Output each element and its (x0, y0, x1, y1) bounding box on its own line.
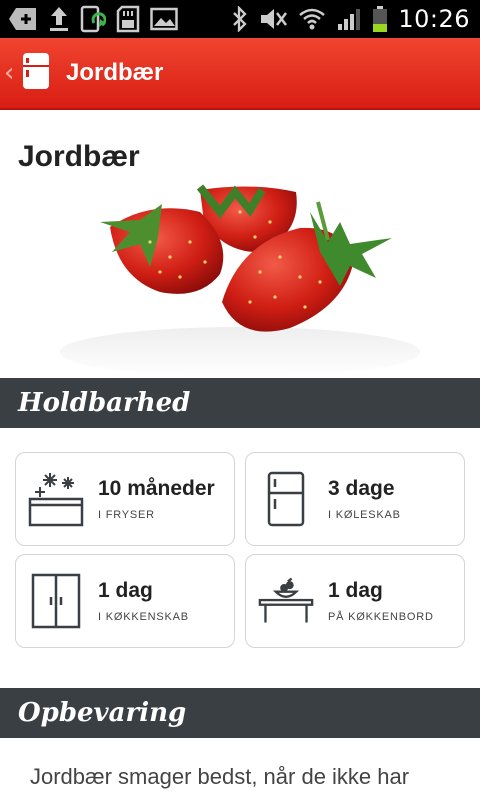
clock: 10:26 (398, 5, 470, 33)
section-header-opbevaring: Opbevaring (0, 688, 480, 738)
bluetooth-icon (232, 6, 248, 32)
storage-card-table[interactable]: 1 dag PÅ KØKKENBORD (245, 554, 465, 648)
strawberries-photo (0, 182, 480, 378)
storage-label: I KØLESKAB (328, 509, 401, 521)
storage-card-freezer[interactable]: 10 måneder I FRYSER (15, 452, 235, 546)
storage-grid: 10 måneder I FRYSER 3 dage I KØLESKAB 1 … (0, 428, 480, 658)
cupboard-icon (28, 571, 84, 631)
storage-card-cupboard[interactable]: 1 dag I KØKKENSKAB (15, 554, 235, 648)
storage-value: 1 dag (98, 579, 153, 602)
fridge-icon[interactable] (22, 52, 50, 95)
storage-value: 1 dag (328, 579, 383, 602)
action-bar: ‹ Jordbær (0, 38, 480, 110)
action-bar-title: Jordbær (66, 59, 164, 86)
storage-value: 10 måneder (98, 477, 215, 500)
storage-description: Jordbær smager bedst, når de ikke har (30, 764, 410, 789)
freezer-icon (28, 469, 84, 529)
content: Jordbær Holdbarhed 10 måneder I FRYSER 3… (0, 110, 480, 800)
table-bowl-icon (258, 571, 314, 631)
storage-value: 3 dage (328, 477, 395, 500)
sd-card-icon (116, 5, 140, 33)
battery-icon (372, 5, 388, 33)
status-bar: 10:26 (0, 0, 480, 38)
page-title: Jordbær (18, 140, 140, 173)
mute-icon (258, 6, 288, 32)
wifi-icon (298, 7, 326, 31)
chevron-left-icon[interactable]: ‹ (4, 58, 18, 88)
upload-icon (48, 5, 70, 33)
plus-icon (8, 6, 38, 32)
signal-icon (336, 6, 362, 32)
section-header-holdbarhed: Holdbarhed (0, 378, 480, 428)
storage-label: I FRYSER (98, 509, 155, 521)
storage-label: I KØKKENSKAB (98, 611, 189, 623)
storage-card-fridge[interactable]: 3 dage I KØLESKAB (245, 452, 465, 546)
image-icon (150, 7, 178, 31)
phone-sync-icon (80, 5, 106, 33)
storage-label: PÅ KØKKENBORD (328, 611, 434, 623)
fridge-icon (258, 469, 314, 529)
